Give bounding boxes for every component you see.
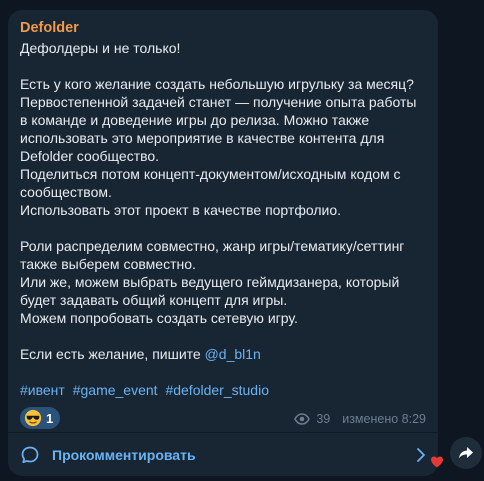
message-content: Defolder Дефолдеры и не только! Есть у к… bbox=[8, 10, 438, 435]
sender-name[interactable]: Defolder bbox=[20, 19, 426, 37]
reaction-count: 1 bbox=[46, 410, 54, 426]
share-button[interactable] bbox=[450, 437, 482, 469]
views-eye-icon bbox=[294, 413, 311, 425]
message-bubble: Defolder Дефолдеры и не только! Есть у к… bbox=[8, 10, 438, 476]
edited-timestamp: изменено 8:29 bbox=[342, 412, 426, 426]
contact-mention-link[interactable]: @d_bl1n bbox=[205, 346, 261, 362]
hashtag-defolder-studio[interactable]: #defolder_studio bbox=[165, 382, 269, 398]
reaction-chip[interactable]: 1 bbox=[20, 407, 61, 429]
share-arrow-icon bbox=[459, 447, 473, 459]
heart-icon bbox=[431, 456, 443, 468]
message-body: Дефолдеры и не только! Есть у кого желан… bbox=[20, 40, 417, 326]
comment-bubble-icon bbox=[21, 446, 39, 463]
views-count: 39 bbox=[316, 412, 331, 426]
hashtag-event[interactable]: #ивент bbox=[20, 382, 65, 398]
message-text: Дефолдеры и не только! Есть у кого желан… bbox=[20, 39, 426, 363]
chevron-right-icon bbox=[417, 447, 425, 462]
comments-label: Прокомментировать bbox=[52, 446, 196, 463]
hashtag-list: #ивент #game_event #defolder_studio bbox=[20, 381, 426, 399]
message-meta-row: 1 39 изменено 8:29 bbox=[20, 405, 426, 435]
contact-prefix: Если есть желание, пишите bbox=[20, 346, 205, 362]
comments-button[interactable]: Прокомментировать bbox=[8, 433, 438, 476]
hashtag-game-event[interactable]: #game_event bbox=[73, 382, 158, 398]
sunglasses-emoji-icon bbox=[24, 409, 42, 427]
message-meta: 39 изменено 8:29 bbox=[294, 412, 426, 426]
